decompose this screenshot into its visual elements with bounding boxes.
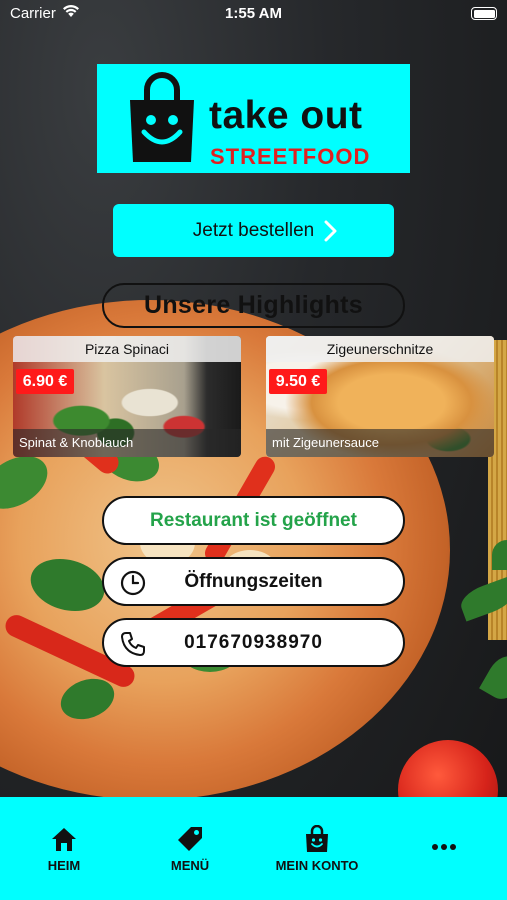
price-badge: 9.50 € (269, 369, 327, 394)
more-icon (389, 825, 499, 853)
card-title: Zigeunerschnitze (266, 336, 494, 362)
home-icon (9, 825, 119, 853)
opening-hours-button[interactable]: Öffnungszeiten (102, 557, 405, 606)
card-description: mit Zigeunersauce (266, 429, 494, 457)
phone-icon (120, 631, 146, 663)
clock-icon (120, 570, 146, 602)
bag-icon (262, 825, 372, 853)
tab-my-account[interactable]: MEIN KONTO (262, 825, 372, 873)
tab-menu-label: MENÜ (170, 858, 210, 873)
logo-text-streetfood: STREETFOOD (210, 144, 371, 169)
tab-more[interactable] (389, 825, 499, 858)
brand-logo: take out STREETFOOD (97, 64, 410, 173)
logo-text-take-out: take out (209, 94, 363, 137)
status-bar: Carrier 1:55 AM (0, 0, 507, 28)
card-title: Pizza Spinaci (13, 336, 241, 362)
tab-my-account-label: MEIN KONTO (275, 858, 359, 873)
opening-hours-label: Öffnungszeiten (184, 570, 323, 592)
clock-time: 1:55 AM (225, 5, 282, 22)
tab-home-label: HEIM (47, 858, 81, 873)
highlights-heading: Unsere Highlights (102, 283, 405, 328)
restaurant-open-status[interactable]: Restaurant ist geöffnet (102, 496, 405, 545)
tag-icon (135, 825, 245, 853)
shopping-bag-logo-icon (127, 72, 197, 169)
tab-menu[interactable]: MENÜ (135, 825, 245, 873)
price-badge: 6.90 € (16, 369, 74, 394)
phone-button[interactable]: 017670938970 (102, 618, 405, 667)
phone-number-label: 017670938970 (184, 631, 323, 653)
highlight-card-pizza-spinaci[interactable]: Pizza Spinaci 6.90 € Spinat & Knoblauch (13, 336, 241, 457)
restaurant-open-label: Restaurant ist geöffnet (150, 509, 357, 531)
order-now-label: Jetzt bestellen (192, 219, 315, 241)
chevron-right-icon (324, 220, 338, 248)
battery-icon (471, 7, 497, 20)
bottom-tab-bar: HEIM MENÜ MEIN KONTO (0, 797, 507, 900)
highlight-card-zigeunerschnitze[interactable]: Zigeunerschnitze 9.50 € mit Zigeunersauc… (266, 336, 494, 457)
order-now-button[interactable]: Jetzt bestellen (113, 204, 394, 257)
card-description: Spinat & Knoblauch (13, 429, 241, 457)
tab-home[interactable]: HEIM (9, 825, 119, 873)
